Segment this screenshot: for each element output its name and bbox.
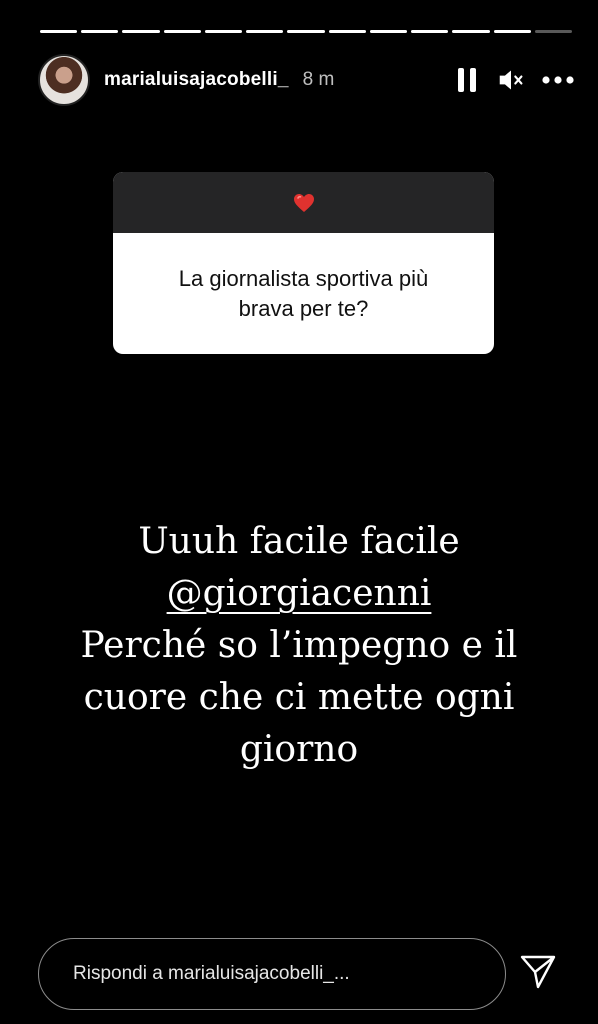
question-text: La giornalista sportiva più brava per te… [178, 265, 429, 321]
progress-segment [122, 30, 160, 33]
reply-placeholder: Rispondi a marialuisajacobelli_... [73, 963, 350, 984]
progress-segment [452, 30, 490, 33]
caption-line: Uuuh facile facile [138, 521, 460, 562]
progress-segment [163, 30, 201, 33]
avatar[interactable] [38, 54, 90, 106]
more-horizontal-icon[interactable] [542, 67, 574, 93]
story-caption: Uuuh facile facile @giorgiacenni Perché … [0, 516, 598, 776]
progress-segment [493, 30, 531, 33]
progress-segment [40, 30, 78, 33]
question-sticker-header: ❤️ [113, 172, 494, 233]
caption-line: giorno [239, 729, 359, 770]
pause-icon[interactable] [454, 67, 480, 93]
progress-segment [246, 30, 284, 33]
story-header: marialuisajacobelli_ 8 m [38, 52, 574, 108]
progress-segment [287, 30, 325, 33]
progress-segment [81, 30, 119, 33]
caption-line: Perché so l’impegno e il [80, 625, 518, 666]
story-progress-bar [40, 30, 573, 33]
progress-segment [411, 30, 449, 33]
progress-segment [328, 30, 366, 33]
story-controls [454, 67, 574, 93]
progress-segment [534, 30, 573, 33]
question-sticker: ❤️ La giornalista sportiva più brava per… [113, 172, 494, 354]
username[interactable]: marialuisajacobelli_ [104, 69, 289, 91]
send-icon[interactable] [518, 952, 558, 992]
mention-text[interactable]: @giorgiacenni [167, 573, 432, 614]
heart-icon [293, 193, 314, 212]
progress-segment [204, 30, 243, 33]
speaker-muted-icon[interactable] [498, 67, 524, 93]
post-time: 8 m [302, 69, 335, 90]
caption-line: cuore che ci mette ogni [83, 677, 515, 718]
reply-input[interactable]: Rispondi a marialuisajacobelli_... [38, 938, 506, 1010]
mention-link[interactable]: @giorgiacenni [0, 568, 598, 620]
progress-segment [369, 30, 408, 33]
